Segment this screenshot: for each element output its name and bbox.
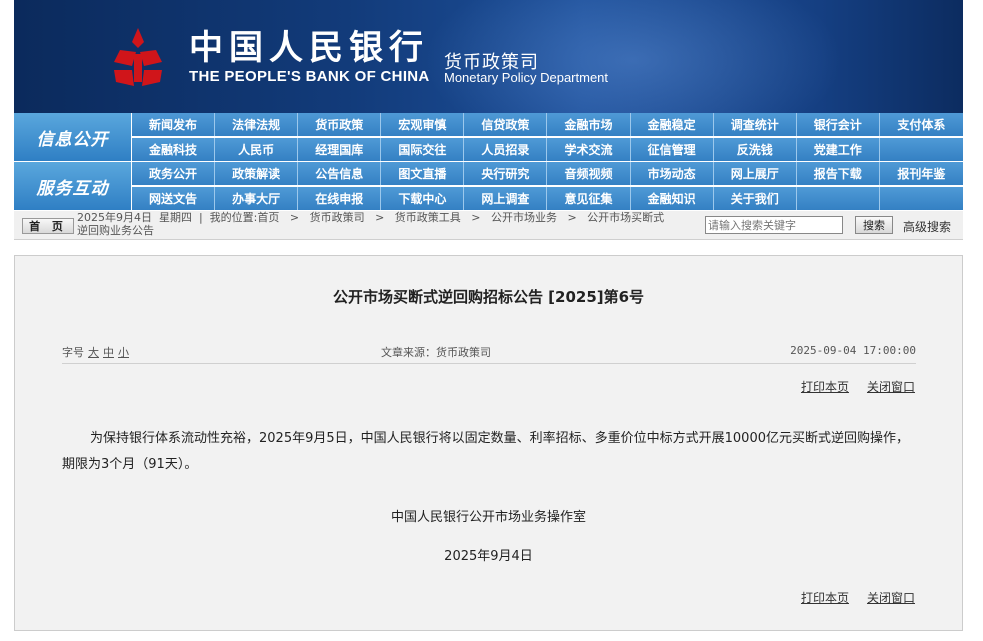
- article-panel: 公开市场买断式逆回购招标公告 [2025]第6号 字号大中小 文章来源：货币政策…: [14, 255, 963, 631]
- article-sign-date: 2025年9月4日: [444, 549, 533, 564]
- close-window-link[interactable]: 关闭窗口: [867, 380, 915, 394]
- article-body: 为保持银行体系流动性充裕，2025年9月5日，中国人民银行将以固定数量、利率招标…: [62, 431, 909, 472]
- nav-section-label[interactable]: 信息公开: [14, 113, 131, 161]
- nav-item-gov-affairs[interactable]: 政务公开: [132, 162, 216, 185]
- nav-item-empty: [880, 187, 963, 210]
- nav-item-research[interactable]: 央行研究: [464, 162, 548, 185]
- nav-item-party[interactable]: 党建工作: [797, 138, 880, 161]
- nav-item-financial-stability[interactable]: 金融稳定: [631, 113, 714, 136]
- font-size-label: 字号: [62, 346, 84, 359]
- nav-item-exhibition[interactable]: 网上展厅: [714, 162, 797, 185]
- article-signature: 中国人民银行公开市场业务操作室: [390, 510, 586, 525]
- print-link[interactable]: 打印本页: [801, 591, 849, 605]
- site-banner: 中国人民银行 THE PEOPLE'S BANK OF CHINA 货币政策司 …: [14, 0, 963, 113]
- article-tools-top: 打印本页 关闭窗口: [783, 378, 915, 395]
- article-meta: 字号大中小 文章来源：货币政策司 2025-09-04 17:00:00: [62, 341, 916, 364]
- nav-item-rmb[interactable]: 人民币: [215, 138, 299, 161]
- nav-item-online-filing[interactable]: 在线申报: [298, 187, 382, 210]
- article-source: 文章来源：货币政策司: [381, 346, 491, 359]
- nav-item-announcements[interactable]: 公告信息: [298, 162, 382, 185]
- page: 中国人民银行 THE PEOPLE'S BANK OF CHINA 货币政策司 …: [0, 0, 983, 641]
- nav-item-international[interactable]: 国际交往: [381, 138, 465, 161]
- nav-item-credit-reference[interactable]: 征信管理: [631, 138, 714, 161]
- nav-item-notices[interactable]: 网送文告: [132, 187, 216, 210]
- home-button[interactable]: 首 页: [22, 218, 74, 234]
- nav-section-info: 信息公开 新闻发布 法律法规 货币政策 宏观审慎 信贷政策 金融市场 金融稳定 …: [14, 113, 963, 161]
- nav-item-feedback[interactable]: 意见征集: [547, 187, 631, 210]
- nav-item-aml[interactable]: 反洗钱: [714, 138, 797, 161]
- nav-item-payment[interactable]: 支付体系: [880, 113, 963, 136]
- nav-item-yearbooks[interactable]: 报刊年鉴: [880, 162, 963, 185]
- breadcrumb-path[interactable]: 2025年9月4日 星期四 | 我的位置:首页 > 货币政策司 > 货币政策工具…: [77, 211, 664, 224]
- print-link[interactable]: 打印本页: [801, 380, 849, 394]
- article-title: 公开市场买断式逆回购招标公告 [2025]第6号: [332, 288, 645, 306]
- nav-item-academic[interactable]: 学术交流: [547, 138, 631, 161]
- nav-section-label[interactable]: 服务互动: [14, 162, 131, 210]
- font-medium-link[interactable]: 中: [103, 346, 114, 359]
- nav-section-service: 服务互动 政务公开 政策解读 公告信息 图文直播 央行研究 音频视频 市场动态 …: [14, 162, 963, 210]
- nav-item-laws[interactable]: 法律法规: [215, 113, 299, 136]
- font-small-link[interactable]: 小: [118, 346, 129, 359]
- nav-item-statistics[interactable]: 调查统计: [714, 113, 797, 136]
- breadcrumb-bar: 首 页 2025年9月4日 星期四 | 我的位置:首页 > 货币政策司 > 货币…: [14, 211, 963, 240]
- search-input[interactable]: [705, 216, 843, 234]
- nav-row: 网送文告 办事大厅 在线申报 下载中心 网上调查 意见征集 金融知识 关于我们: [132, 187, 963, 210]
- main-nav: 信息公开 新闻发布 法律法规 货币政策 宏观审慎 信贷政策 金融市场 金融稳定 …: [14, 113, 963, 210]
- nav-item-survey[interactable]: 网上调查: [464, 187, 548, 210]
- nav-row: 新闻发布 法律法规 货币政策 宏观审慎 信贷政策 金融市场 金融稳定 调查统计 …: [132, 113, 963, 136]
- close-window-link[interactable]: 关闭窗口: [867, 591, 915, 605]
- nav-item-macroprudential[interactable]: 宏观审慎: [381, 113, 465, 136]
- nav-item-financial-knowledge[interactable]: 金融知识: [631, 187, 714, 210]
- nav-item-empty: [880, 138, 963, 161]
- bank-name-en: THE PEOPLE'S BANK OF CHINA: [189, 68, 430, 85]
- search-button[interactable]: 搜索: [855, 216, 893, 234]
- breadcrumb: 2025年9月4日 星期四 | 我的位置:首页 > 货币政策司 > 货币政策工具…: [77, 211, 699, 239]
- breadcrumb-path-cont[interactable]: 逆回购业务公告: [77, 224, 154, 237]
- nav-item-policy-interpretation[interactable]: 政策解读: [215, 162, 299, 185]
- nav-item-empty: [797, 187, 880, 210]
- nav-item-about[interactable]: 关于我们: [714, 187, 797, 210]
- nav-item-recruitment[interactable]: 人员招录: [464, 138, 548, 161]
- font-size-controls: 字号大中小: [62, 344, 129, 360]
- nav-item-fintech[interactable]: 金融科技: [132, 138, 216, 161]
- nav-row: 政务公开 政策解读 公告信息 图文直播 央行研究 音频视频 市场动态 网上展厅 …: [132, 162, 963, 185]
- font-large-link[interactable]: 大: [88, 346, 99, 359]
- nav-item-market-news[interactable]: 市场动态: [631, 162, 714, 185]
- dept-name-en: Monetary Policy Department: [444, 70, 609, 85]
- advanced-search-link[interactable]: 高级搜索: [903, 218, 951, 235]
- nav-item-service-hall[interactable]: 办事大厅: [215, 187, 299, 210]
- nav-item-live[interactable]: 图文直播: [381, 162, 465, 185]
- nav-item-monetary-policy[interactable]: 货币政策: [298, 113, 382, 136]
- nav-row: 金融科技 人民币 经理国库 国际交往 人员招录 学术交流 征信管理 反洗钱 党建…: [132, 138, 963, 161]
- bank-name-cn: 中国人民银行: [189, 28, 429, 68]
- nav-item-treasury[interactable]: 经理国库: [298, 138, 382, 161]
- article-date: 2025-09-04 17:00:00: [790, 344, 916, 357]
- pboc-logo-icon[interactable]: [106, 26, 170, 90]
- nav-item-reports[interactable]: 报告下载: [797, 162, 880, 185]
- nav-item-downloads[interactable]: 下载中心: [381, 187, 465, 210]
- nav-item-financial-market[interactable]: 金融市场: [547, 113, 631, 136]
- nav-item-accounting[interactable]: 银行会计: [797, 113, 880, 136]
- nav-item-news[interactable]: 新闻发布: [132, 113, 216, 136]
- nav-item-credit-policy[interactable]: 信贷政策: [464, 113, 548, 136]
- article-tools-bottom: 打印本页 关闭窗口: [783, 589, 915, 606]
- nav-item-media[interactable]: 音频视频: [547, 162, 631, 185]
